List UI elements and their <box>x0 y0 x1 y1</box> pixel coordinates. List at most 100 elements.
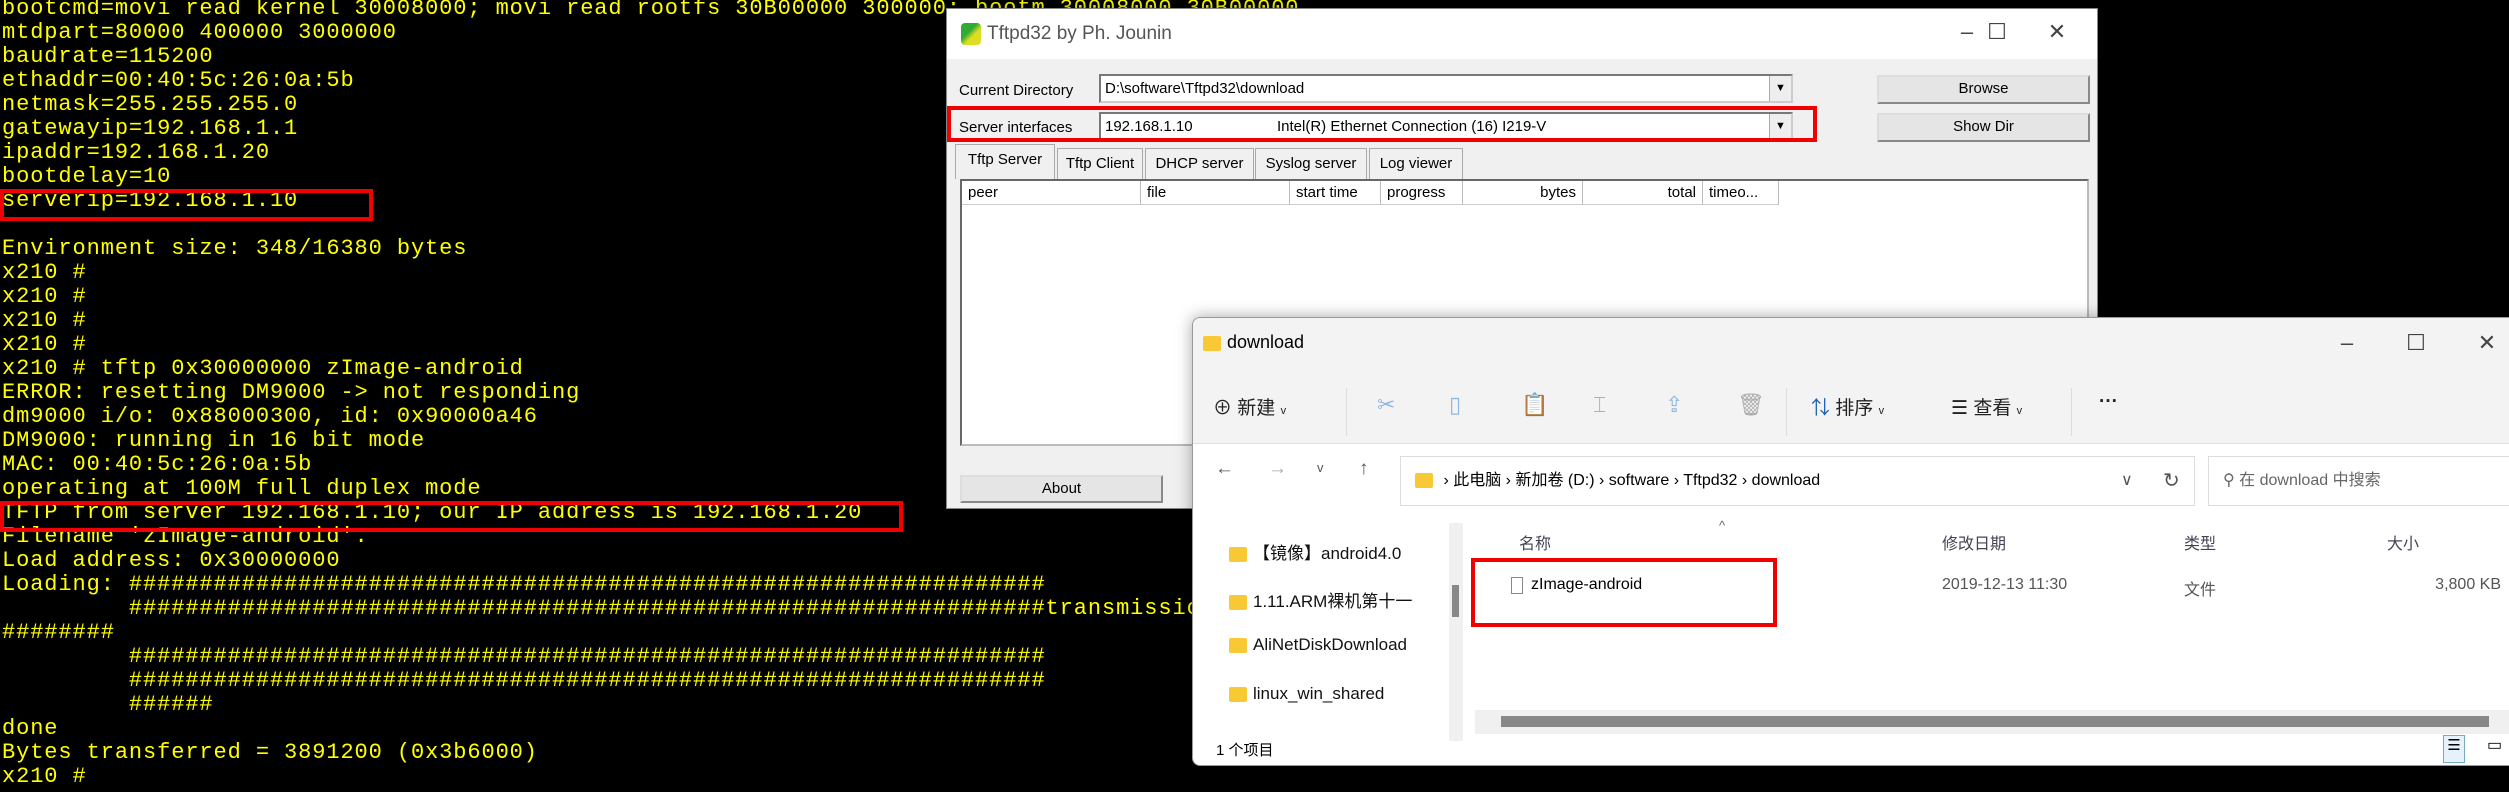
show-dir-button[interactable]: Show Dir <box>1877 113 2090 142</box>
maximize-icon[interactable]: ☐ <box>1977 19 2017 45</box>
column-size[interactable]: 大小 <box>2387 530 2419 554</box>
nav-item-label: 【镜像】android4.0 <box>1253 544 1402 563</box>
current-directory-select[interactable]: D:\software\Tftpd32\download ▼ <box>1099 74 1793 103</box>
tftpd-logo-icon <box>961 23 981 45</box>
list-view-icon: ☰ <box>1951 398 1969 419</box>
column-name[interactable]: 名称 <box>1519 530 1551 554</box>
column-timeout[interactable]: timeo... <box>1703 181 1779 205</box>
server-ip: 192.168.1.10 <box>1105 118 1193 135</box>
minimize-icon[interactable]: – <box>2327 330 2367 356</box>
terminal-line: ###### <box>2 692 214 717</box>
window-title: download <box>1203 332 1304 353</box>
nav-item[interactable]: AliNetDiskDownload <box>1229 635 1465 655</box>
folder-icon <box>1229 595 1247 611</box>
copy-icon[interactable]: ▯ <box>1449 392 1461 418</box>
plus-circle-icon: ⊕ <box>1213 398 1233 419</box>
divider <box>1786 388 1787 436</box>
folder-icon <box>1203 335 1221 351</box>
status-item-count: 1 个项目 <box>1216 742 1274 759</box>
tab-log-viewer[interactable]: Log viewer <box>1369 148 1463 179</box>
more-button[interactable]: ··· <box>2099 391 2118 413</box>
server-interfaces-label: Server interfaces <box>959 119 1073 136</box>
nav-item[interactable]: 1.11.ARM裸机第十一 <box>1229 587 1465 612</box>
search-icon: ⚲ <box>2223 472 2235 489</box>
tiles-view-icon[interactable]: ▭ <box>2487 735 2502 755</box>
terminal-line: x210 # <box>2 764 87 789</box>
nav-item-label: AliNetDiskDownload <box>1253 635 1408 654</box>
column-type[interactable]: 类型 <box>2184 530 2216 554</box>
title-bar: Tftpd32 by Ph. Jounin – ☐ ✕ <box>947 9 2097 59</box>
nav-item[interactable]: 【镜像】android4.0 <box>1229 539 1465 564</box>
explorer-toolbar-area <box>1193 318 2509 444</box>
column-start-time[interactable]: start time <box>1290 181 1381 205</box>
terminal-line: Loading: ###############################… <box>2 572 1046 597</box>
terminal-line: ########################################… <box>2 644 1046 669</box>
breadcrumb-download[interactable]: download <box>1752 472 1821 489</box>
server-interfaces-select[interactable]: 192.168.1.10 Intel(R) Ethernet Connection… <box>1099 112 1793 141</box>
nav-scrollbar[interactable] <box>1449 523 1463 741</box>
share-icon[interactable]: ⇪ <box>1665 392 1683 418</box>
breadcrumb-drive[interactable]: 新加卷 (D:) <box>1515 472 1594 489</box>
refresh-icon[interactable]: ↻ <box>2163 457 2180 505</box>
breadcrumb-software[interactable]: software <box>1609 472 1669 489</box>
column-date[interactable]: 修改日期 <box>1942 530 2006 554</box>
sort-label: 排序 <box>1835 398 1874 419</box>
folder-icon <box>1415 473 1433 489</box>
terminal-line: Filename 'zImage-android'. <box>2 524 369 549</box>
sort-icon: ⇅ <box>1811 398 1831 419</box>
folder-icon <box>1229 638 1247 654</box>
file-name: zImage-android <box>1531 576 1643 593</box>
sort-button[interactable]: ⇅ 排序 v <box>1811 393 1884 420</box>
column-total[interactable]: total <box>1583 181 1703 205</box>
nav-item[interactable]: linux_win_shared <box>1229 684 1465 704</box>
tab-tftp-client[interactable]: Tftp Client <box>1057 148 1143 179</box>
tab-tftp-server[interactable]: Tftp Server <box>955 144 1055 179</box>
column-progress[interactable]: progress <box>1381 181 1463 205</box>
column-peer[interactable]: peer <box>962 181 1141 205</box>
paste-icon[interactable]: 📋 <box>1521 392 1548 418</box>
close-icon[interactable]: ✕ <box>2037 19 2077 45</box>
nav-item-label: linux_win_shared <box>1253 684 1385 703</box>
address-dropdown-icon[interactable]: ∨ <box>2121 457 2133 505</box>
terminal-line: ########################################… <box>2 596 1328 621</box>
search-placeholder: 在 download 中搜索 <box>2239 472 2381 489</box>
file-row[interactable]: zImage-android 2019-12-13 11:30 文件 3,800… <box>1503 573 2509 607</box>
horizontal-scrollbar[interactable] <box>1475 710 2509 734</box>
close-icon[interactable]: ✕ <box>2467 330 2507 356</box>
column-file[interactable]: file <box>1141 181 1290 205</box>
dropdown-arrow-icon: ▼ <box>1769 114 1791 139</box>
new-label: 新建 <box>1237 398 1276 419</box>
tab-dhcp-server[interactable]: DHCP server <box>1145 148 1254 179</box>
view-label: 查看 <box>1973 398 2012 419</box>
column-bytes[interactable]: bytes <box>1463 181 1583 205</box>
folder-icon <box>1229 547 1247 563</box>
tab-syslog-server[interactable]: Syslog server <box>1255 148 1367 179</box>
back-icon[interactable]: ← <box>1215 458 1234 480</box>
breadcrumb-tftpd32[interactable]: Tftpd32 <box>1683 472 1737 489</box>
search-input[interactable]: ⚲ 在 download 中搜索 <box>2208 456 2509 506</box>
browse-button[interactable]: Browse <box>1877 75 2090 104</box>
rename-icon[interactable]: ⌶ <box>1593 392 1606 418</box>
navigation-pane: 【镜像】android4.0 1.11.ARM裸机第十一 AliNetDiskD… <box>1193 523 1467 741</box>
current-directory-label: Current Directory <box>959 82 1074 99</box>
recent-chevron-icon[interactable]: v <box>1317 460 1324 475</box>
cut-icon[interactable]: ✂ <box>1377 392 1395 418</box>
maximize-icon[interactable]: ☐ <box>2396 330 2436 356</box>
window-title: Tftpd32 by Ph. Jounin <box>987 23 1172 44</box>
file-explorer-window: download – ☐ ✕ ⊕ 新建 v ✂ ▯ 📋 ⌶ ⇪ 🗑 ⇅ 排序 v… <box>1192 317 2509 766</box>
breadcrumb-this-pc[interactable]: 此电脑 <box>1453 472 1501 489</box>
delete-icon[interactable]: 🗑 <box>1737 392 1765 418</box>
terminal-line: done <box>2 716 59 741</box>
terminal-line: Bytes transferred = 3891200 (0x3b6000) <box>2 740 538 765</box>
terminal-line: ########################################… <box>2 668 1046 693</box>
folder-icon <box>1229 687 1247 703</box>
new-button[interactable]: ⊕ 新建 v <box>1213 393 1286 420</box>
file-date: 2019-12-13 11:30 <box>1942 576 2068 593</box>
forward-icon[interactable]: → <box>1268 458 1287 480</box>
up-icon[interactable]: ↑ <box>1359 458 1369 480</box>
about-button[interactable]: About <box>960 475 1163 503</box>
file-size: 3,800 KB <box>2435 576 2501 593</box>
view-button[interactable]: ☰ 查看 v <box>1951 393 2022 420</box>
details-view-icon[interactable]: ☰ <box>2443 735 2465 763</box>
address-bar[interactable]: › 此电脑 › 新加卷 (D:) › software › Tftpd32 › … <box>1400 456 2195 506</box>
